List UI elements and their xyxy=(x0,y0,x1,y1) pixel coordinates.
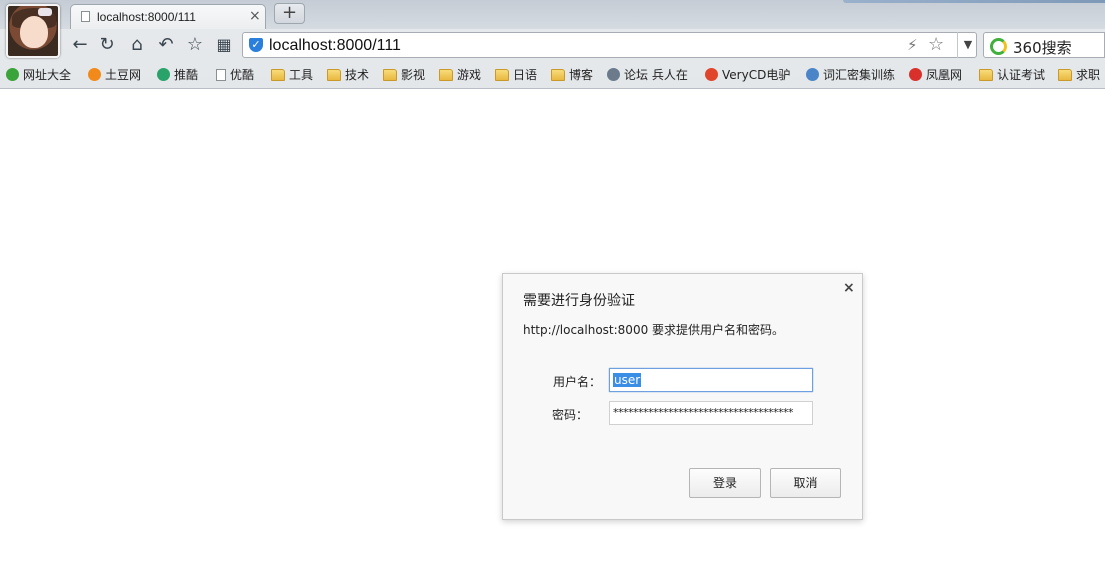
bookmark-label: 影视 xyxy=(401,68,426,82)
folder-icon xyxy=(383,69,397,81)
bookmark-item[interactable]: 博客 xyxy=(551,66,593,83)
bookmark-label: 游戏 xyxy=(457,68,482,82)
bookmark-item[interactable]: 日语 xyxy=(495,66,537,83)
toolbar: ← ↻ ⌂ ↶ ☆ ▦ ✓ localhost:8000/111 ⚡ ☆ ▼ 3… xyxy=(0,29,1105,62)
bookmark-label: 推酷 xyxy=(174,68,199,82)
window-frame-accent xyxy=(843,0,1105,3)
folder-icon xyxy=(271,69,285,81)
bookmark-label: 工具 xyxy=(289,68,314,82)
tudou-icon xyxy=(88,68,101,81)
360-search-icon xyxy=(990,38,1007,55)
bookmark-label: 求职 xyxy=(1076,68,1101,82)
bookmark-item[interactable]: 技术 xyxy=(327,66,369,83)
bookmarks-bar: 网址大全 土豆网 推酷 优酷 工具 技术 影视 游戏 日语 博客 论坛 兵人在 VeryCD电驴 词汇密… xyxy=(0,62,1105,86)
folder-icon xyxy=(551,69,565,81)
address-bar[interactable]: ✓ localhost:8000/111 ⚡ ☆ ▼ xyxy=(242,32,977,58)
bookmark-label: 博客 xyxy=(569,68,594,82)
folder-icon xyxy=(439,69,453,81)
bookmark-item[interactable]: 优酷 xyxy=(216,66,254,83)
search-box[interactable]: 360搜索 xyxy=(983,32,1105,58)
back-icon[interactable]: ← xyxy=(70,35,90,55)
forum-icon xyxy=(607,68,620,81)
auth-dialog: × 需要进行身份验证 http://localhost:8000 要求提供用户名… xyxy=(502,273,863,520)
cancel-button[interactable]: 取消 xyxy=(770,468,841,498)
apps-icon[interactable]: ▦ xyxy=(214,35,234,55)
bookmark-label: 凤凰网 xyxy=(926,68,963,82)
login-button[interactable]: 登录 xyxy=(689,468,761,498)
username-label: 用户名： xyxy=(552,375,601,389)
green-plus-icon xyxy=(6,68,19,81)
bookmark-item[interactable]: 土豆网 xyxy=(88,66,141,83)
tab-active[interactable]: localhost:8000/111 × xyxy=(70,4,266,29)
bookmark-label: 日语 xyxy=(513,68,538,82)
tuicool-icon xyxy=(157,68,170,81)
bookmark-item[interactable]: VeryCD电驴 xyxy=(705,66,790,83)
address-dropdown-icon[interactable]: ▼ xyxy=(957,32,978,58)
bookmark-item[interactable]: 论坛 兵人在 xyxy=(607,66,688,83)
reload-icon[interactable]: ↻ xyxy=(97,35,117,55)
bookmark-label: 论坛 兵人在 xyxy=(624,68,688,82)
search-engine-label: 360搜索 xyxy=(1013,39,1072,57)
dialog-close-icon[interactable]: × xyxy=(843,280,855,296)
verycd-icon xyxy=(705,68,718,81)
bookmark-item[interactable]: 推酷 xyxy=(157,66,198,83)
vocab-icon xyxy=(806,68,819,81)
security-shield-icon[interactable]: ✓ xyxy=(249,38,263,52)
bookmark-label: 词汇密集训练 xyxy=(823,68,896,82)
bookmark-item[interactable]: 词汇密集训练 xyxy=(806,66,895,83)
speed-mode-icon[interactable]: ⚡ xyxy=(907,36,918,54)
bookmark-label: 优酷 xyxy=(230,68,255,82)
bookmark-label: 技术 xyxy=(345,68,370,82)
tab-title: localhost:8000/111 xyxy=(97,10,196,24)
password-label: 密码： xyxy=(551,408,588,422)
bookmark-item[interactable]: 认证考试 xyxy=(979,66,1045,83)
undo-close-tab-icon[interactable]: ↶ xyxy=(156,35,176,55)
bookmark-label: 认证考试 xyxy=(997,68,1046,82)
username-value: user xyxy=(613,373,642,387)
page-icon xyxy=(81,11,90,22)
url-text[interactable]: localhost:8000/111 xyxy=(269,37,401,55)
bookmark-item[interactable]: 工具 xyxy=(271,66,313,83)
username-field[interactable]: user xyxy=(609,368,813,392)
dialog-message: http://localhost:8000 要求提供用户名和密码。 xyxy=(523,323,785,337)
dialog-title: 需要进行身份验证 xyxy=(523,293,635,309)
folder-icon xyxy=(495,69,509,81)
new-tab-button[interactable]: + xyxy=(274,3,305,24)
tab-close-icon[interactable]: × xyxy=(249,8,261,24)
folder-icon xyxy=(1058,69,1072,81)
home-icon[interactable]: ⌂ xyxy=(127,35,147,55)
bookmark-label: VeryCD电驴 xyxy=(722,68,791,82)
avatar-bow xyxy=(38,8,52,16)
bookmark-item[interactable]: 影视 xyxy=(383,66,425,83)
folder-icon xyxy=(979,69,993,81)
bookmark-label: 土豆网 xyxy=(105,68,142,82)
favorites-icon[interactable]: ☆ xyxy=(185,35,205,55)
page-icon xyxy=(216,69,226,81)
password-field[interactable]: ************************************ xyxy=(609,401,813,425)
bookmark-star-icon[interactable]: ☆ xyxy=(928,34,944,55)
bookmark-item[interactable]: 网址大全 xyxy=(6,66,71,83)
bookmark-item[interactable]: 游戏 xyxy=(439,66,481,83)
browser-chrome: localhost:8000/111 × + ← ↻ ⌂ ↶ ☆ ▦ ✓ loc… xyxy=(0,0,1105,89)
bookmark-item[interactable]: 求职 xyxy=(1058,66,1100,83)
folder-icon xyxy=(327,69,341,81)
ifeng-icon xyxy=(909,68,922,81)
bookmark-label: 网址大全 xyxy=(23,68,72,82)
bookmark-item[interactable]: 凤凰网 xyxy=(909,66,962,83)
